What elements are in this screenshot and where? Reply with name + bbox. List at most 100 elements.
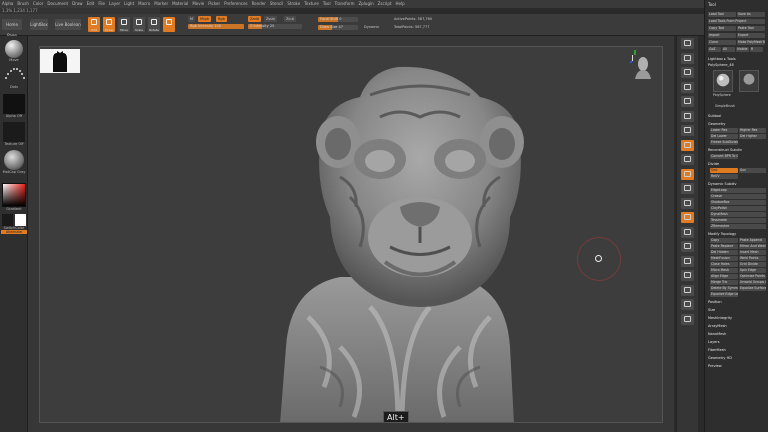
menu-item-document[interactable]: Document	[45, 0, 70, 8]
palette-button-r[interactable]: R	[750, 47, 763, 52]
palette-item-lower-res[interactable]: Lower Res	[710, 128, 738, 133]
palette-item-convert-bpr-to-geo[interactable]: Convert BPR To Geo	[710, 154, 738, 159]
section-dynamic-subdiv[interactable]: Dynamic Subdiv	[708, 182, 736, 187]
menu-item-stencil[interactable]: Stencil	[268, 0, 286, 8]
menu-item-alpha[interactable]: Alpha	[0, 0, 15, 8]
xyz-button[interactable]	[681, 168, 694, 180]
lightbox-button[interactable]: LightBox	[30, 19, 48, 30]
menu-item-preferences[interactable]: Preferences	[222, 0, 250, 8]
xpose-button[interactable]	[681, 313, 694, 325]
section-preview[interactable]: Preview	[708, 364, 722, 369]
palette-item-suv[interactable]: Suv	[739, 168, 766, 173]
section-fibermesh[interactable]: FiberMesh	[708, 348, 726, 353]
palette-item-paste-append[interactable]: Paste Append	[739, 238, 766, 243]
palette-button-load-tool[interactable]: Load Tool	[708, 12, 736, 17]
palette-item-merge-tris[interactable]: Merge Tris	[710, 280, 738, 285]
section-arraymesh[interactable]: ArrayMesh	[708, 324, 727, 329]
section-subtool[interactable]: Subtool	[708, 114, 721, 119]
primary-color-swatch[interactable]	[15, 214, 26, 226]
actual-button[interactable]	[681, 96, 694, 107]
palette-item-unweld-groups-border[interactable]: Unweld Groups Border	[739, 280, 766, 285]
mrgb-button[interactable]: Mrgb	[198, 16, 211, 22]
palette-item-spin-edge[interactable]: Spin Edge	[739, 268, 766, 273]
rgb-intensity-slider[interactable]: Rgb Intensity 100	[188, 24, 244, 29]
palette-item-insert-mesh[interactable]: Insert Mesh	[739, 250, 766, 255]
palette-item-meshfusion[interactable]: MeshFusion	[710, 256, 738, 261]
frame-button[interactable]	[681, 183, 694, 194]
tool-button-draw[interactable]: Draw	[103, 17, 115, 32]
palette-item-shadowbox[interactable]: ShadowBox	[710, 200, 766, 205]
texture-selector[interactable]: Texture Off	[1, 120, 27, 146]
palette-item-equalize-edge-length[interactable]: Equalize Edge Length	[710, 292, 738, 297]
stroke-selector[interactable]: Dots	[1, 64, 27, 89]
ghost-button[interactable]	[681, 284, 694, 296]
tool-button-rotate[interactable]: Rotate	[148, 17, 160, 32]
palette-item-claypolish[interactable]: ClayPolish	[710, 206, 766, 211]
palette-item-dynamesh[interactable]: DynaMesh	[710, 212, 766, 217]
menu-item-draw[interactable]: Draw	[70, 0, 84, 8]
section-size[interactable]: Size	[708, 308, 715, 313]
palette-item-freeze-subdivision-levels[interactable]: Freeze SubDivision Levels	[710, 140, 738, 145]
palette-item-edgeloop[interactable]: EdgeLoop	[710, 188, 766, 193]
palette-button-save-as[interactable]: Save As	[737, 12, 765, 17]
subtool-thumbnail[interactable]	[739, 70, 759, 92]
section-position[interactable]: Position	[708, 300, 722, 305]
rgb-button[interactable]: Rgb	[216, 16, 227, 22]
palette-item-micro-mesh[interactable]: Micro Mesh	[710, 268, 738, 273]
palette-button-all[interactable]: All	[722, 47, 735, 52]
palette-item-delete-by-symmetry[interactable]: Delete By Symmetry	[710, 286, 738, 291]
tool-button-move[interactable]: Move	[118, 17, 130, 32]
palette-button-clone[interactable]: Clone	[708, 40, 736, 45]
tool-button-scale[interactable]: Scale	[133, 17, 145, 32]
zcut-button[interactable]: Zcut	[284, 16, 296, 22]
palette-item-equalize-surface-area[interactable]: Equalize Surface Area	[739, 286, 766, 291]
live-boolean-button[interactable]: Live Boolean	[55, 19, 81, 30]
alternate-button[interactable]: Alternate	[1, 230, 27, 234]
palette-item-zremesher[interactable]: ZRemesher	[710, 224, 766, 229]
zoom-button[interactable]	[681, 81, 694, 93]
z-intensity-slider[interactable]: Z Intensity 25	[248, 24, 302, 29]
polyf-button[interactable]	[681, 255, 694, 267]
menu-item-render[interactable]: Render	[250, 0, 268, 8]
linefill-button[interactable]	[681, 241, 694, 252]
menu-item-transform[interactable]: Transform	[333, 0, 357, 8]
rotate-button[interactable]	[681, 226, 694, 238]
palette-item-reuv[interactable]: ReUV	[710, 174, 738, 179]
palette-item-copy[interactable]: Copy	[710, 238, 738, 243]
palette-button-paste-tool[interactable]: Paste Tool	[737, 26, 765, 31]
focal-shift-slider[interactable]: Focal Shift 0	[318, 17, 358, 22]
palette-item-paste-replace[interactable]: Paste Replace	[710, 244, 738, 249]
palette-button-copy-tool[interactable]: Copy Tool	[708, 26, 736, 31]
menu-item-light[interactable]: Light	[122, 0, 136, 8]
transp-button[interactable]	[681, 270, 694, 281]
menu-item-picker[interactable]: Picker	[206, 0, 222, 8]
menu-item-macro[interactable]: Macro	[136, 0, 152, 8]
palette-button-visible[interactable]: Visible	[736, 47, 749, 52]
aahalf-button[interactable]	[681, 110, 694, 122]
polysphere-thumbnail[interactable]	[713, 70, 733, 92]
color-picker[interactable]	[2, 183, 26, 207]
section-reconstruct-subdiv[interactable]: Reconstruct Subdiv	[708, 148, 742, 153]
palette-item-tessimate[interactable]: Tessimate	[710, 218, 766, 223]
tool-button-edit[interactable]: Edit	[88, 17, 100, 32]
palette-button-export[interactable]: Export	[737, 33, 765, 38]
menu-item-layer[interactable]: Layer	[107, 0, 122, 8]
bpr-button[interactable]	[681, 38, 694, 49]
section-nanomesh[interactable]: NanoMesh	[708, 332, 726, 337]
move-button[interactable]	[681, 197, 694, 209]
menu-item-stroke[interactable]: Stroke	[285, 0, 302, 8]
tool-button-extra[interactable]	[163, 17, 175, 32]
zadd-button[interactable]: Zadd	[248, 16, 261, 22]
menu-item-material[interactable]: Material	[170, 0, 190, 8]
palette-button-goz[interactable]: GoZ	[708, 47, 721, 52]
palette-item-weld-points[interactable]: Weld Points	[739, 256, 766, 261]
scroll-button[interactable]	[681, 67, 694, 78]
menu-item-help[interactable]: Help	[394, 0, 407, 8]
lightbox-tools-label[interactable]: Lightbox ▸ Tools	[708, 57, 736, 62]
palette-item-smt[interactable]: Smt	[710, 168, 738, 173]
persp-button[interactable]	[681, 125, 694, 136]
palette-item-grid-divide[interactable]: Grid Divide	[739, 262, 766, 267]
scale-button[interactable]	[681, 212, 694, 223]
section-layers[interactable]: Layers	[708, 340, 720, 345]
palette-item-del-hidden[interactable]: Del Hidden	[710, 250, 738, 255]
